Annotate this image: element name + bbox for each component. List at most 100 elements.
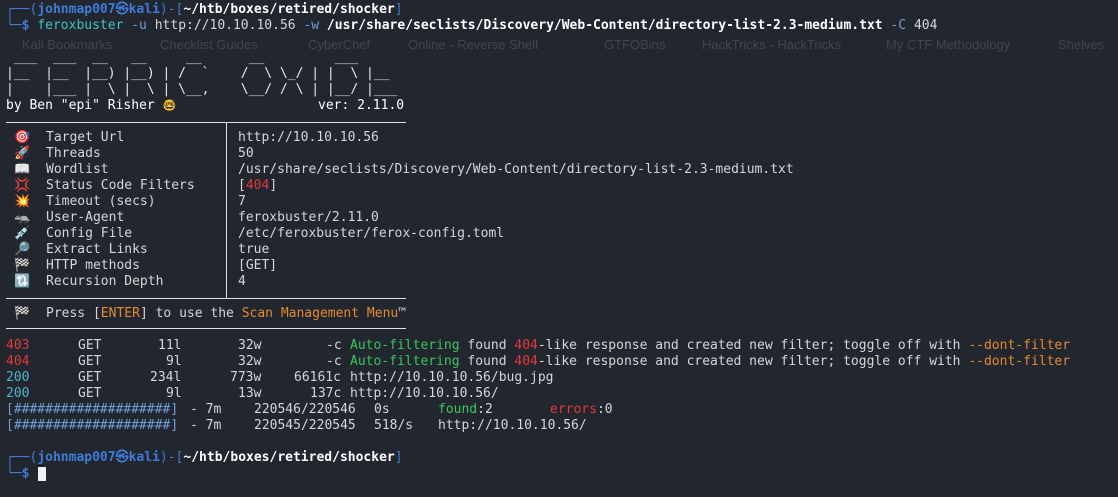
config-label: Wordlist <box>46 162 109 177</box>
command-url: http://10.10.10.56 <box>154 18 296 33</box>
progress-elapsed: - 7m <box>190 402 222 417</box>
config-value: 7 <box>238 194 246 209</box>
banner-byline-row: by Ben "epi" Risher 🤓 <box>6 98 176 114</box>
result-method: GET <box>78 386 102 401</box>
divider-middle <box>6 298 406 299</box>
ghost-bookmark: HackTricks - HackTricks <box>702 37 842 52</box>
ghost-bookmark: Online - Reverse Shell <box>408 37 539 52</box>
prompt-host: kali <box>128 2 160 17</box>
progress-errors: errors:0 <box>550 402 613 417</box>
progress-count: 220546/220546 <box>254 402 356 417</box>
banner-version: ver: 2.11.0 <box>318 98 405 113</box>
progress-bar: [####################] <box>6 418 179 433</box>
prompt-cwd: ~/htb/boxes/retired/shocker <box>183 450 395 465</box>
progress-rate: 0s <box>374 402 390 417</box>
ghost-bookmark: GTFOBins <box>604 37 666 52</box>
nerd-face-icon: 🤓 <box>162 99 177 112</box>
config-label: Target Url <box>46 130 125 145</box>
result-words: 773w <box>230 370 262 385</box>
chequered-flag-icon: 🏁 <box>14 306 31 321</box>
config-label: Status Code Filters <box>46 178 195 193</box>
prompt-cwd: ~/htb/boxes/retired/shocker <box>183 2 395 17</box>
divider-bottom <box>6 328 406 329</box>
divider-vertical <box>226 122 227 298</box>
result-message: Auto-filtering found 404-like response a… <box>350 338 1071 353</box>
config-label: Extract Links <box>46 242 148 257</box>
result-lines: 9l <box>166 386 182 401</box>
result-size: -c <box>326 354 342 369</box>
config-value: [GET] <box>238 258 278 273</box>
result-words: 32w <box>238 354 262 369</box>
terminal-window[interactable]: Kali Bookmarks Checklist Guides CyberChe… <box>0 0 1118 497</box>
progress-elapsed: - 7m <box>190 418 222 433</box>
command-code: 404 <box>913 18 938 33</box>
ghost-bookmark: My CTF Methodology <box>886 37 1011 52</box>
config-value: true <box>238 242 270 257</box>
result-words: 32w <box>238 338 262 353</box>
config-icon: 💢 <box>14 178 31 193</box>
enter-key: ENTER <box>100 306 140 321</box>
divider-top <box>6 122 406 123</box>
prompt-dollar: $ <box>21 18 30 33</box>
prompt-at-icon: ㉿ <box>115 2 129 17</box>
banner-art-line-1: ___ ___ __ __ __ __ ___ <box>6 50 359 65</box>
result-method: GET <box>78 354 102 369</box>
config-icon: 💥 <box>14 194 31 209</box>
config-value: feroxbuster/2.11.0 <box>238 210 379 225</box>
config-label: Timeout (secs) <box>46 194 156 209</box>
config-value: /etc/feroxbuster/ferox-config.toml <box>238 226 505 241</box>
progress-bar: [####################] <box>6 402 179 417</box>
result-message: Auto-filtering found 404-like response a… <box>350 354 1071 369</box>
config-label: Recursion Depth <box>46 274 164 289</box>
config-label: User-Agent <box>46 210 125 225</box>
result-size: 66161c <box>294 370 341 385</box>
config-value: [404] <box>238 178 278 193</box>
config-icon: 🚀 <box>14 146 31 161</box>
config-value: 50 <box>238 146 254 161</box>
config-icon: 🎯 <box>14 130 31 145</box>
command-flag-w: -w <box>303 18 320 33</box>
config-icon: 🔎 <box>14 242 31 257</box>
config-label: Threads <box>46 146 101 161</box>
prompt-line-top: ┌──(johnmap007㉿kali)-[~/htb/boxes/retire… <box>6 2 403 17</box>
config-icon: 💉 <box>14 226 31 241</box>
result-method: GET <box>78 338 102 353</box>
banner-art-line-2: |__ |__ |__) |__) | / ` / \ \_/ | | \ |_… <box>6 66 390 81</box>
prompt-line-top: ┌──(johnmap007㉿kali)-[~/htb/boxes/retire… <box>6 450 403 465</box>
prompt-dollar: $ <box>21 466 30 481</box>
command-wordlist: /usr/share/seclists/Discovery/Web-Conten… <box>326 18 883 33</box>
result-lines: 9l <box>166 354 182 369</box>
progress-url: http://10.10.10.56/ <box>438 418 587 433</box>
result-url[interactable]: http://10.10.10.56/ <box>350 386 499 401</box>
result-lines: 11l <box>158 338 182 353</box>
command-flag-u: -u <box>131 18 147 33</box>
command-name: feroxbuster <box>37 18 124 33</box>
banner-art-line-3: | |___ | \ | \ | \__, \__/ / \ | |__/ |_… <box>6 82 398 97</box>
ghost-bookmark: Shelves <box>1058 37 1105 52</box>
progress-count: 220545/220545 <box>254 418 356 433</box>
prompt-input-line[interactable]: └─$ <box>6 466 29 482</box>
prompt-user: johnmap007 <box>37 2 116 17</box>
config-value: /usr/share/seclists/Discovery/Web-Conten… <box>238 162 794 177</box>
scan-management-menu: Scan Management Menu <box>241 306 399 321</box>
press-enter-hint: Press [ENTER] to use the Scan Management… <box>46 306 407 321</box>
config-icon: 📖 <box>14 162 31 177</box>
config-value: http://10.10.10.56 <box>238 130 379 145</box>
config-label: Config File <box>46 226 133 241</box>
result-url[interactable]: http://10.10.10.56/bug.jpg <box>350 370 554 385</box>
result-size: 137c <box>310 386 342 401</box>
result-words: 13w <box>238 386 262 401</box>
config-value: 4 <box>238 274 246 289</box>
prompt-at-icon: ㉿ <box>115 450 129 465</box>
progress-found: found:2 <box>438 402 493 417</box>
text-cursor[interactable] <box>38 467 46 481</box>
prompt-user: johnmap007 <box>37 450 116 465</box>
command-line: └─$ feroxbuster -u http://10.10.10.56 -w… <box>6 18 938 33</box>
config-icon: 🔃 <box>14 274 31 289</box>
result-lines: 234l <box>150 370 182 385</box>
banner-byline: by Ben "epi" Risher <box>6 98 155 113</box>
config-icon: 🏁 <box>14 258 31 273</box>
result-size: -c <box>326 338 342 353</box>
result-method: GET <box>78 370 102 385</box>
result-status: 403 <box>6 338 30 353</box>
